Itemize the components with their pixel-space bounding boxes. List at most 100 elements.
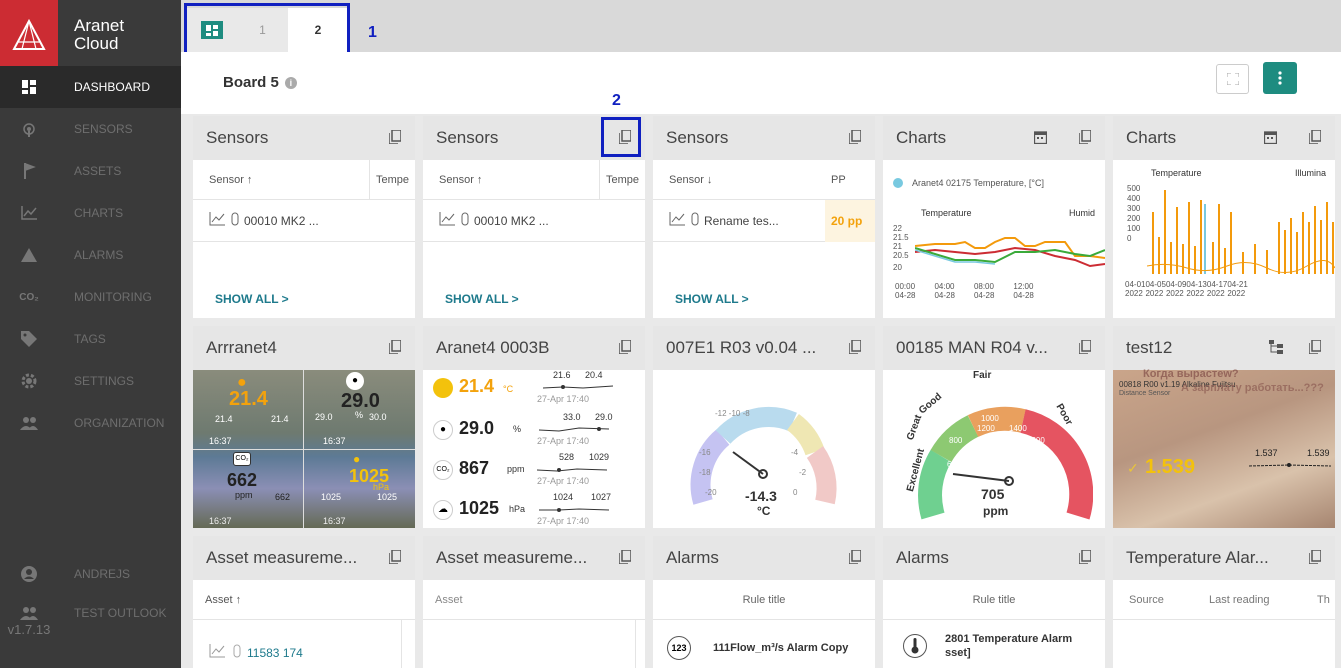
ppm-value: 20 pp xyxy=(825,200,875,242)
attachment-icon[interactable] xyxy=(231,212,239,229)
chart-icon[interactable] xyxy=(439,212,455,229)
chart-legend: Aranet4 02175 Temperature, [°C] xyxy=(912,178,1045,188)
sidebar-item-organization[interactable]: ORGANIZATION xyxy=(0,402,181,444)
copy-icon[interactable] xyxy=(1308,339,1322,359)
column-header-last-reading[interactable]: Last reading xyxy=(1209,594,1270,606)
gauge-value: 705 xyxy=(981,486,1005,502)
chart-icon[interactable] xyxy=(209,212,225,229)
co2-icon: CO₂ xyxy=(19,291,39,303)
calendar-icon[interactable] xyxy=(1263,129,1278,149)
temperature-alarm-widget: Temperature Alar... Source Last reading Th xyxy=(1113,536,1335,668)
copy-icon[interactable] xyxy=(388,339,402,359)
org-name: TEST OUTLOOK xyxy=(74,606,167,620)
pressure-icon: ☁ xyxy=(433,500,453,520)
sidebar-item-alarms[interactable]: ALARMS xyxy=(0,234,181,276)
widget-title: Charts xyxy=(896,128,947,147)
widget-title: Asset measureme... xyxy=(206,548,358,567)
copy-icon[interactable] xyxy=(848,339,862,359)
sidebar-item-tags[interactable]: TAGS xyxy=(0,318,181,360)
widget-title: Temperature Alar... xyxy=(1126,548,1269,567)
alarm-rule[interactable]: 2801 Temperature Alarm sset] xyxy=(945,632,1072,660)
sidebar-item-user[interactable]: ANDREJS xyxy=(0,553,181,595)
copy-icon[interactable] xyxy=(1078,129,1092,149)
asset-measurement-widget: Asset measureme... Asset xyxy=(423,536,645,668)
table-row[interactable]: Rename tes... 20 pp xyxy=(653,200,875,242)
table-row[interactable]: 00010 MK2 ... xyxy=(193,200,415,242)
reading-value: 21.4 xyxy=(459,376,495,396)
column-header-sensor[interactable]: Sensor ↑ xyxy=(439,174,482,186)
column-header-threshold[interactable]: Th xyxy=(1317,594,1330,606)
user-name: ANDREJS xyxy=(74,567,131,581)
show-all-link[interactable]: SHOW ALL > xyxy=(675,292,749,306)
gauge-unit: ppm xyxy=(983,504,1009,518)
copy-icon[interactable] xyxy=(618,549,632,569)
chart-icon[interactable] xyxy=(669,212,685,229)
sensor-name[interactable]: Rename tes... xyxy=(704,214,779,228)
sidebar-item-assets[interactable]: ASSETS xyxy=(0,150,181,192)
sidebar-item-monitoring[interactable]: CO₂ MONITORING xyxy=(0,276,181,318)
copy-icon[interactable] xyxy=(1308,129,1322,149)
sensor-name[interactable]: 00010 MK2 ... xyxy=(474,214,549,228)
fullscreen-button[interactable] xyxy=(1216,64,1249,94)
brand[interactable]: Aranet Cloud xyxy=(0,0,181,70)
copy-icon[interactable] xyxy=(1078,339,1092,359)
y-axis-ticks: 500 400 300 200 100 0 xyxy=(1127,184,1141,243)
copy-icon[interactable] xyxy=(1308,549,1322,569)
chart-icon[interactable] xyxy=(209,644,225,661)
copy-icon[interactable] xyxy=(388,549,402,569)
callout-label: 1 xyxy=(368,24,377,41)
alarm-rule[interactable]: 111Flow_m³/s Alarm Copy xyxy=(713,642,848,654)
column-header-temperature[interactable]: Tempe xyxy=(369,159,409,200)
copy-icon[interactable] xyxy=(1078,549,1092,569)
column-header-ppm[interactable]: PP xyxy=(831,160,846,200)
x-axis-ticks: 04-01 2022 04-05 2022 04-09 2022 04-13 2022 … xyxy=(1125,280,1248,298)
fullscreen-icon xyxy=(1226,73,1239,85)
column-header-temperature[interactable]: Tempe xyxy=(599,159,639,200)
column-header-source[interactable]: Source xyxy=(1129,594,1164,606)
column-header-rule-title[interactable]: Rule title xyxy=(973,594,1016,606)
alarms-widget: Alarms Rule title 2801 Temperature Alarm… xyxy=(883,536,1105,668)
chart-subtitle-2: Illumina xyxy=(1295,168,1327,178)
attachment-icon[interactable] xyxy=(461,212,469,229)
column-header-rule-title[interactable]: Rule title xyxy=(743,594,786,606)
chart-widget: Charts Temperature Illumina 500 400 300 200… xyxy=(1113,116,1335,318)
board-title: Board 5i xyxy=(223,74,297,91)
copy-icon[interactable] xyxy=(848,549,862,569)
copy-icon[interactable] xyxy=(618,339,632,359)
attachment-icon[interactable] xyxy=(691,212,699,229)
column-header-asset[interactable]: Asset xyxy=(435,594,463,606)
bar-chart[interactable] xyxy=(1147,182,1335,276)
show-all-link[interactable]: SHOW ALL > xyxy=(215,292,289,306)
copy-icon[interactable] xyxy=(388,129,402,149)
board-header: Board 5i xyxy=(181,52,1341,114)
column-header-asset[interactable]: Asset ↑ xyxy=(205,594,241,606)
widget-title: Sensors xyxy=(206,128,269,147)
gauge-widget: 007E1 R03 v0.04 ... -12 -10 -8 -16 -18 -… xyxy=(653,326,875,528)
column-header-sensor[interactable]: Sensor ↓ xyxy=(669,174,712,186)
column-header-sensor[interactable]: Sensor ↑ xyxy=(209,174,252,186)
show-all-link[interactable]: SHOW ALL > xyxy=(445,292,519,306)
alarm-icon xyxy=(0,248,58,262)
sidebar-item-settings[interactable]: SETTINGS xyxy=(0,360,181,402)
table-row[interactable]: 00010 MK2 ... xyxy=(423,200,645,242)
users-icon xyxy=(0,416,58,430)
sensor-name[interactable]: 00010 MK2 ... xyxy=(244,214,319,228)
y-axis-ticks: 22 21.5 21 20.5 20 xyxy=(893,224,909,272)
copy-icon[interactable] xyxy=(848,129,862,149)
widget-title: Arrranet4 xyxy=(206,338,277,357)
sidebar-item-dashboard[interactable]: DASHBOARD xyxy=(0,66,181,108)
sidebar-item-charts[interactable]: CHARTS xyxy=(0,192,181,234)
line-chart[interactable] xyxy=(915,226,1105,276)
aranet-logo-icon xyxy=(0,0,58,70)
brand-name: Aranet Cloud xyxy=(74,16,125,53)
widget-title: Alarms xyxy=(666,548,719,567)
more-menu-button[interactable] xyxy=(1263,62,1297,94)
info-icon[interactable]: i xyxy=(284,77,297,90)
sidebar-item-sensors[interactable]: SENSORS xyxy=(0,108,181,150)
widget-title: test12 xyxy=(1126,338,1173,357)
calendar-icon[interactable] xyxy=(1033,129,1048,149)
attachment-icon[interactable] xyxy=(233,644,241,661)
table-row[interactable]: 11583 174 xyxy=(209,644,303,661)
hierarchy-icon[interactable] xyxy=(1269,339,1283,359)
asset-name[interactable]: 11583 174 xyxy=(247,646,303,660)
